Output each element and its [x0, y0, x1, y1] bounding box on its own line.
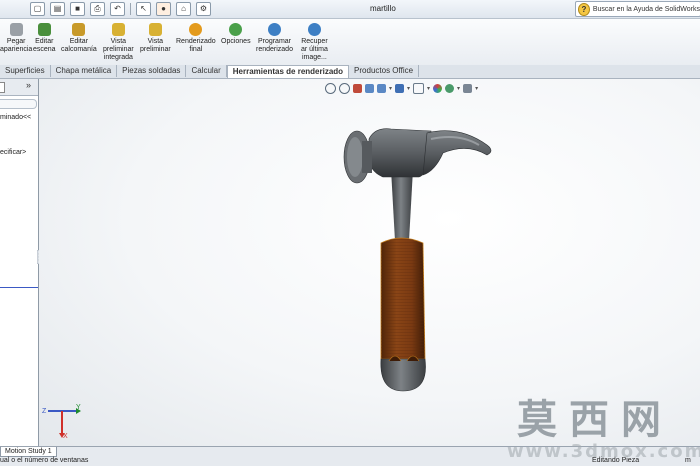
- integrated-preview-icon: [111, 23, 125, 36]
- ribbon-button-programar-renderizado[interactable]: Programar renderizado: [256, 23, 293, 54]
- heads-up-view-toolbar: ▾ ▾ ▾ ▾ ▾: [325, 83, 478, 94]
- watermark-char: 网: [621, 396, 661, 443]
- help-question-icon: ?: [578, 2, 590, 16]
- ribbon-button-editar-escena[interactable]: Editar escena: [33, 23, 56, 54]
- ribbon-button-opciones[interactable]: Opciones: [221, 23, 251, 46]
- status-message: ual o el número de ventanas: [0, 457, 89, 464]
- ribbon-label: Vista preliminar integrada: [103, 38, 134, 61]
- ribbon-button-editar-calcomania[interactable]: Editar calcomanía: [61, 23, 97, 54]
- hide-show-items-icon[interactable]: [413, 83, 425, 94]
- command-manager-ribbon: Pegar apariencia Editar escena Editar ca…: [0, 19, 700, 66]
- decal-icon: [72, 23, 86, 36]
- rebuild-icon[interactable]: ●: [156, 2, 171, 16]
- preview-window-icon: [148, 23, 162, 36]
- hammer-model[interactable]: [39, 79, 700, 446]
- ribbon-button-vista-preliminar[interactable]: Vista preliminar: [140, 23, 171, 54]
- toolbar-separator: [130, 3, 131, 15]
- svg-text:Y: Y: [76, 404, 81, 411]
- display-style-icon[interactable]: [395, 84, 405, 93]
- previous-view-icon[interactable]: [353, 84, 362, 93]
- paste-appearance-icon: [9, 23, 23, 36]
- dropdown-arrow-icon[interactable]: ▾: [407, 85, 410, 92]
- panel-header: »: [0, 79, 38, 96]
- panel-field[interactable]: [0, 99, 37, 109]
- ribbon-label: Editar calcomanía: [61, 38, 97, 53]
- title-bar: ▢ ▤ ■ ⎙ ↶ ↖ ● ⌂ ⚙ martillo ? Buscar en l…: [0, 0, 700, 19]
- save-icon[interactable]: ■: [70, 2, 85, 16]
- svg-text:X: X: [63, 433, 68, 439]
- graphics-viewport[interactable]: [39, 79, 700, 446]
- view-settings-icon[interactable]: [463, 84, 473, 93]
- property-manager-panel: » minado<< ecificar>: [0, 79, 39, 446]
- svg-text:Z: Z: [42, 408, 47, 415]
- panel-item-text: ecificar>: [0, 149, 27, 156]
- help-search-placeholder: Buscar en la Ayuda de SolidWorks: [592, 5, 700, 13]
- print-icon[interactable]: ⎙: [90, 2, 105, 16]
- dropdown-arrow-icon[interactable]: ▾: [427, 85, 430, 92]
- dropdown-arrow-icon[interactable]: ▾: [389, 85, 392, 92]
- ribbon-label: Recuper ar última image...: [301, 38, 328, 61]
- tab-motion-study-1[interactable]: Motion Study 1: [0, 447, 57, 457]
- section-view-icon[interactable]: [365, 84, 374, 93]
- expand-panel-icon[interactable]: »: [26, 80, 31, 90]
- dropdown-arrow-icon[interactable]: ▾: [457, 85, 460, 92]
- tab-calcular[interactable]: Calcular: [186, 65, 227, 77]
- tab-piezas-soldadas[interactable]: Piezas soldadas: [117, 65, 187, 77]
- apply-scene-icon[interactable]: [445, 84, 455, 93]
- reference-triad: Z Y X: [42, 404, 81, 439]
- window-title: martillo: [370, 4, 396, 13]
- ribbon-label: Vista preliminar: [140, 38, 171, 53]
- command-tabs: Superficies Chapa metálica Piezas soldad…: [0, 65, 700, 79]
- ribbon-label: Renderizado final: [176, 38, 216, 53]
- ribbon-button-recuperar-ultima-imagen[interactable]: Recuper ar última image...: [301, 23, 328, 62]
- watermark-url: www.3dmox.com: [507, 441, 700, 462]
- options-gear-icon[interactable]: ⚙: [196, 2, 211, 16]
- schedule-render-icon: [267, 23, 281, 36]
- watermark-logo: 莫 西 网: [517, 398, 661, 442]
- view-orientation-icon[interactable]: [377, 84, 386, 93]
- ribbon-button-renderizado-final[interactable]: Renderizado final: [176, 23, 216, 54]
- open-folder-icon[interactable]: ▤: [50, 2, 65, 16]
- panel-divider: [0, 287, 38, 288]
- recover-image-icon: [307, 23, 321, 36]
- tab-herramientas-de-renderizado[interactable]: Herramientas de renderizado: [226, 65, 350, 78]
- file-properties-icon[interactable]: ⌂: [176, 2, 191, 16]
- tab-productos-office[interactable]: Productos Office: [349, 65, 420, 77]
- edit-appearance-icon[interactable]: [433, 84, 443, 93]
- watermark-char: 莫: [517, 396, 557, 443]
- zoom-to-fit-icon[interactable]: [325, 83, 336, 94]
- zoom-to-area-icon[interactable]: [339, 83, 350, 94]
- new-document-icon[interactable]: ▢: [30, 2, 45, 16]
- tab-superficies[interactable]: Superficies: [0, 65, 51, 77]
- watermark-char: 西: [569, 396, 609, 443]
- ribbon-button-vista-preliminar-integrada[interactable]: Vista preliminar integrada: [103, 23, 134, 62]
- ribbon-label: Programar renderizado: [256, 38, 293, 53]
- panel-tab[interactable]: [0, 82, 5, 93]
- ribbon-label: Pegar apariencia: [0, 38, 33, 53]
- ribbon-label: Editar escena: [33, 38, 56, 53]
- scene-icon: [37, 23, 51, 36]
- ribbon-label: Opciones: [221, 38, 251, 45]
- undo-icon[interactable]: ↶: [110, 2, 125, 16]
- quick-access-toolbar: ▢ ▤ ■ ⎙ ↶ ↖ ● ⌂ ⚙: [30, 2, 211, 16]
- options-icon: [229, 23, 243, 36]
- panel-item-text: minado<<: [0, 114, 32, 121]
- dropdown-arrow-icon[interactable]: ▾: [475, 85, 478, 92]
- help-search-input[interactable]: ? Buscar en la Ayuda de SolidWorks: [575, 1, 700, 17]
- tab-chapa-metalica[interactable]: Chapa metálica: [51, 65, 118, 77]
- select-cursor-icon[interactable]: ↖: [136, 2, 151, 16]
- ribbon-button-pegar-apariencia[interactable]: Pegar apariencia: [0, 23, 32, 54]
- final-render-icon: [189, 23, 203, 36]
